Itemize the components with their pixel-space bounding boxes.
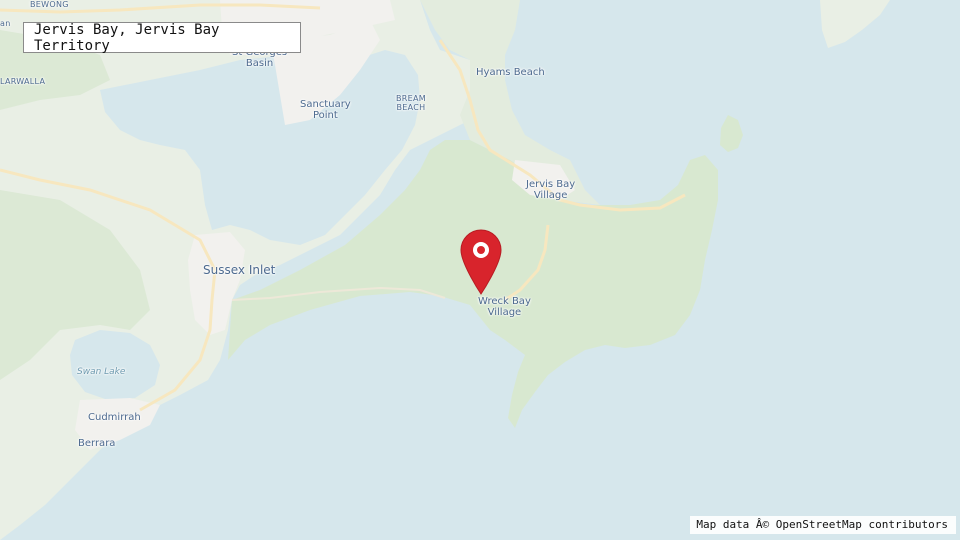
label-berrara: Berrara	[78, 438, 116, 449]
label-jervis-bay-village: Jervis Bay Village	[526, 179, 576, 201]
location-search-text: Jervis Bay, Jervis Bay Territory	[34, 21, 220, 54]
label-cudmirrah: Cudmirrah	[88, 412, 141, 423]
label-larwalla: LARWALLA	[0, 77, 46, 86]
label-bewong: BEWONG	[30, 0, 69, 9]
label-sussex-inlet: Sussex Inlet	[203, 263, 276, 277]
label-hyams-beach: Hyams Beach	[476, 67, 545, 78]
label-swan-lake: Swan Lake	[77, 367, 126, 377]
map-pin-icon[interactable]	[459, 228, 503, 296]
map-attribution: Map data Â© OpenStreetMap contributors	[690, 516, 956, 534]
location-search-box[interactable]: Jervis Bay, Jervis Bay Territory	[23, 21, 301, 54]
label-an: an	[0, 19, 11, 28]
label-wreck-bay-village: Wreck Bay Village	[478, 296, 531, 318]
label-sanctuary-point: Sanctuary Point	[300, 99, 351, 121]
label-bream-beach: BREAM BEACH	[396, 94, 426, 112]
